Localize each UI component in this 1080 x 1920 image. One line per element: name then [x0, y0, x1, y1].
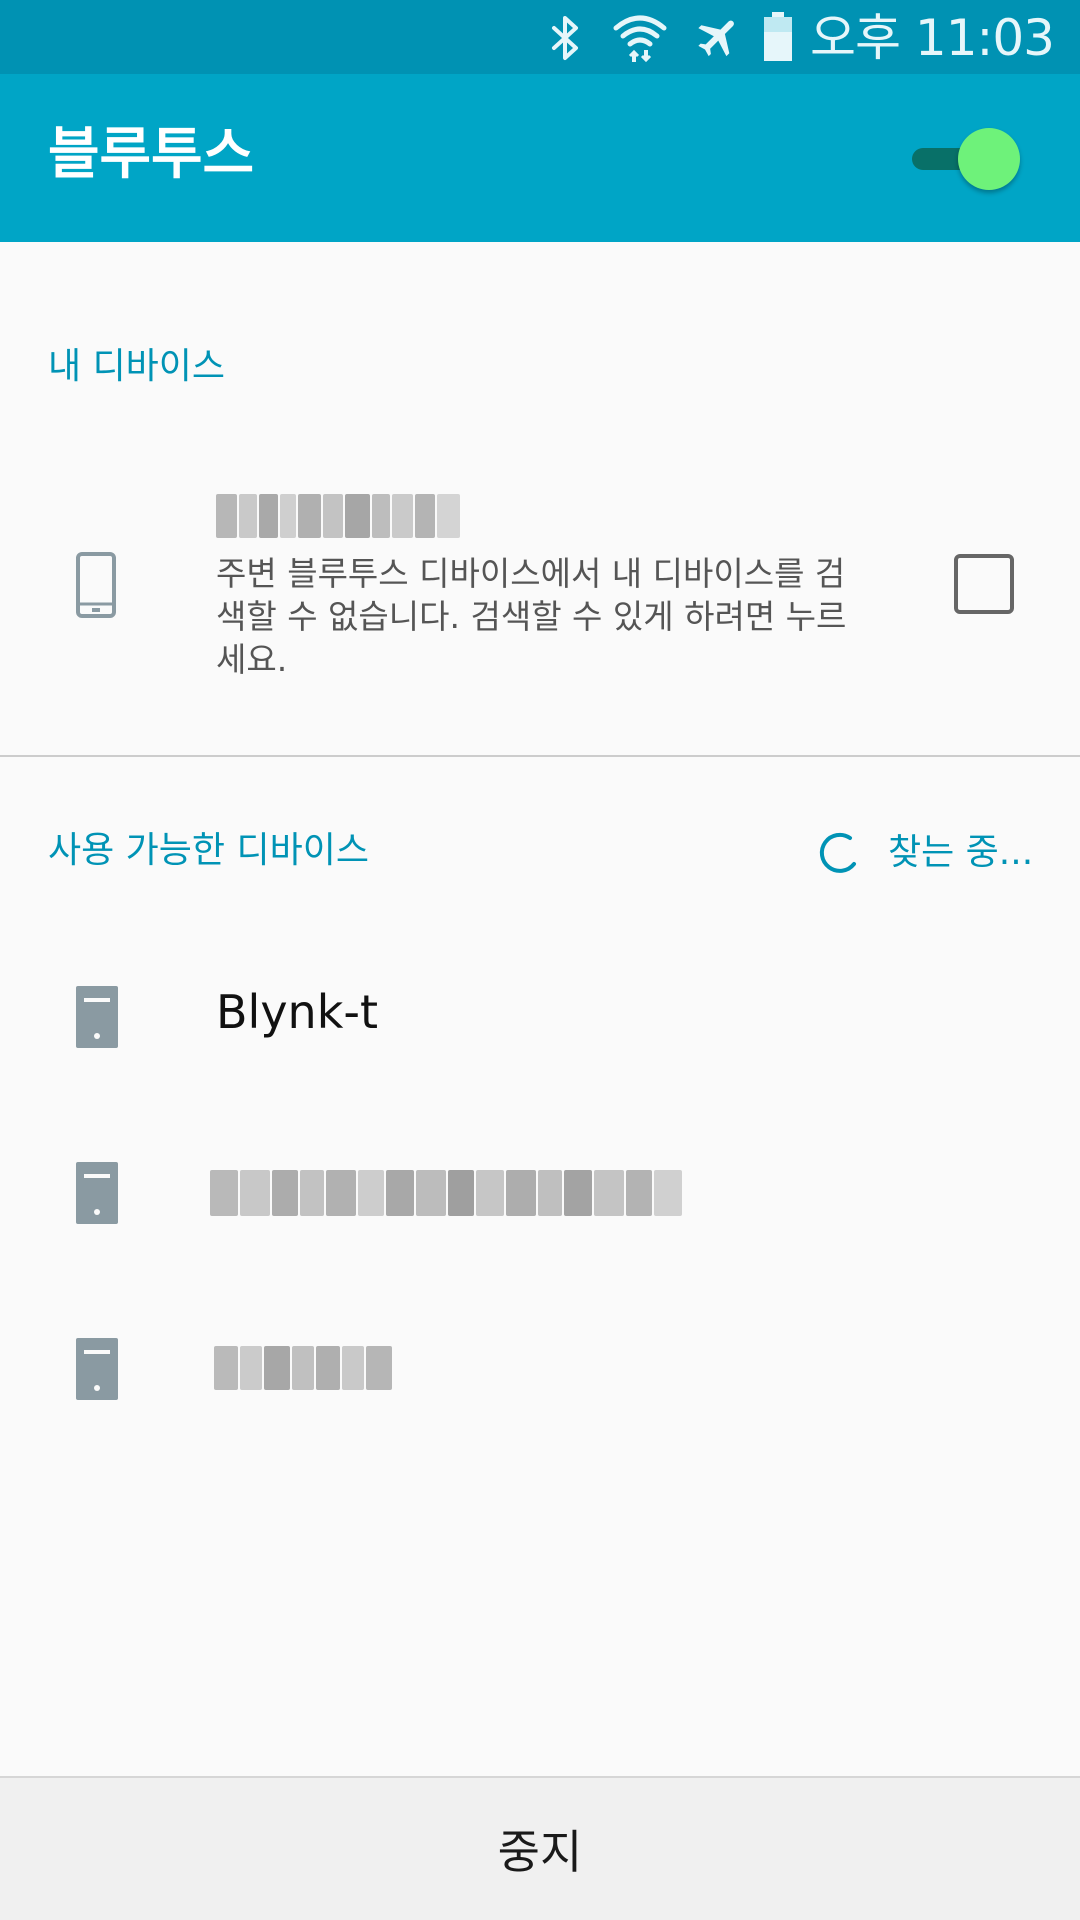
- device-name: Blynk-t: [216, 985, 378, 1039]
- airplane-mode-icon: [698, 20, 734, 57]
- stop-scan-button[interactable]: 중지: [0, 1778, 1080, 1920]
- my-device-name-blurred: [216, 494, 462, 538]
- device-list-item[interactable]: [0, 1280, 1080, 1456]
- battery-icon: [764, 12, 792, 61]
- bluetooth-icon: [552, 16, 578, 60]
- available-devices-header: 사용 가능한 디바이스: [48, 830, 369, 871]
- page-title: 블루투스: [48, 122, 255, 187]
- section-divider: [0, 755, 1080, 757]
- wifi-icon: [613, 15, 667, 63]
- device-list-item[interactable]: [0, 1104, 1080, 1280]
- phone-icon: [76, 552, 116, 618]
- device-list-item[interactable]: Blynk-t: [0, 928, 1080, 1104]
- device-icon: [76, 986, 118, 1048]
- my-devices-header: 내 디바이스: [48, 346, 226, 387]
- device-name-blurred: [214, 1346, 398, 1390]
- my-device-row[interactable]: 주변 블루투스 디바이스에서 내 디바이스를 검색할 수 없습니다. 검색할 수…: [0, 460, 1080, 740]
- toggle-thumb: [958, 128, 1020, 190]
- my-device-description: 주변 블루투스 디바이스에서 내 디바이스를 검색할 수 없습니다. 검색할 수…: [216, 554, 847, 679]
- app-bar: 블루투스: [0, 74, 1080, 242]
- device-name-blurred: [210, 1170, 718, 1216]
- device-icon: [76, 1338, 118, 1400]
- bluetooth-toggle[interactable]: [908, 126, 1026, 190]
- visibility-checkbox[interactable]: [954, 554, 1014, 614]
- scanning-spinner-icon: [819, 832, 856, 873]
- device-icon: [76, 1162, 118, 1224]
- status-time: 오후 11:03: [810, 9, 1055, 67]
- status-bar: 오후 11:03: [0, 0, 1080, 74]
- bottom-bar: 중지: [0, 1776, 1080, 1920]
- scanning-label: 찾는 중...: [888, 832, 1034, 873]
